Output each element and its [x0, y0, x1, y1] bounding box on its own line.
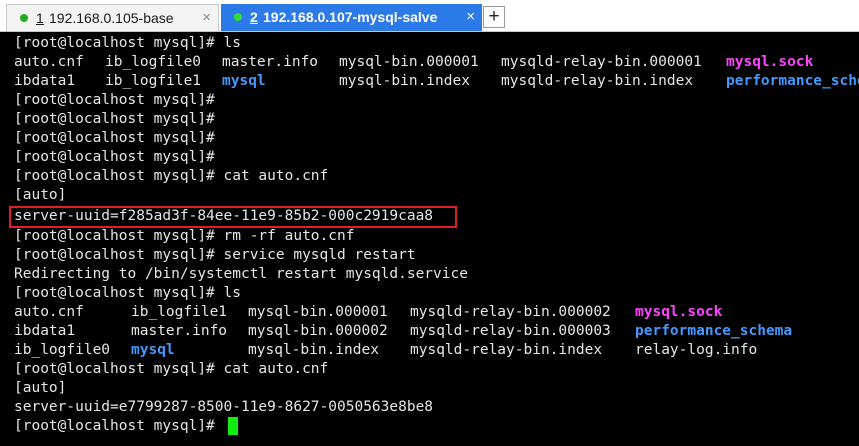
session-tab-1[interactable]: 1 192.168.0.105-base × — [6, 4, 219, 31]
file-entry: auto.cnf — [14, 54, 84, 70]
file-entry: ibdata1 — [14, 73, 76, 89]
file-entry: mysqld-relay-bin.index — [410, 342, 603, 358]
terminal-output[interactable]: [root@localhost mysql]# ls auto.cnf ib_l… — [0, 32, 859, 446]
file-entry: mysqld-relay-bin.000003 — [410, 323, 611, 339]
file-entry: mysqld-relay-bin.index — [501, 73, 694, 89]
file-entry: ibdata1 — [14, 323, 76, 339]
directory-entry: performance_schema — [635, 323, 793, 339]
session-tab-number: 1 — [36, 10, 44, 26]
terminal-line: [root@localhost mysql]# — [14, 130, 215, 146]
uuid-highlight-box — [9, 206, 457, 228]
directory-entry: performance_sche — [726, 73, 859, 89]
close-tab-icon[interactable]: × — [466, 4, 475, 30]
terminal-prompt-line: [root@localhost mysql]# — [14, 418, 215, 434]
terminal-line-ls-output: ib_logfile0 mysql mysql-bin.index mysqld… — [14, 341, 757, 360]
file-entry: mysqld-relay-bin.000001 — [501, 54, 702, 70]
file-entry: mysql-bin.index — [248, 342, 379, 358]
socket-file-entry: mysql.sock — [726, 54, 814, 70]
connected-status-icon — [20, 14, 28, 22]
session-tab-number: 2 — [250, 9, 258, 25]
file-entry: ib_logfile0 — [105, 54, 202, 70]
file-entry: mysqld-relay-bin.000002 — [410, 304, 611, 320]
terminal-line: [root@localhost mysql]# cat auto.cnf — [14, 361, 329, 377]
terminal-line: Redirecting to /bin/systemctl restart my… — [14, 266, 468, 282]
file-entry: ib_logfile0 — [14, 342, 111, 358]
terminal-line-ls-output: ibdata1 ib_logfile1 mysql mysql-bin.inde… — [14, 72, 859, 91]
terminal-line: [root@localhost mysql]# — [14, 149, 215, 165]
terminal-line: [root@localhost mysql]# ls — [14, 35, 241, 51]
terminal-line-ls-output: auto.cnf ib_logfile1 mysql-bin.000001 my… — [14, 303, 722, 322]
file-entry: mysql-bin.000002 — [248, 323, 388, 339]
terminal-line: [auto] — [14, 187, 67, 203]
close-tab-icon[interactable]: × — [202, 5, 211, 31]
terminal-line: [auto] — [14, 380, 67, 396]
file-entry: ib_logfile1 — [105, 73, 202, 89]
session-tab-label: 192.168.0.105-base — [49, 10, 174, 26]
terminal-line-ls-output: ibdata1 master.info mysql-bin.000002 mys… — [14, 322, 792, 341]
file-entry: auto.cnf — [14, 304, 84, 320]
file-entry: master.info — [222, 54, 319, 70]
terminal-line: [root@localhost mysql]# — [14, 92, 215, 108]
terminal-line: [root@localhost mysql]# — [14, 111, 215, 127]
new-server-uuid-line: server-uuid=e7799287-8500-11e9-8627-0050… — [14, 399, 434, 415]
directory-entry: mysql — [222, 73, 266, 89]
terminal-line-ls-output: auto.cnf ib_logfile0 master.info mysql-b… — [14, 53, 813, 72]
file-entry: master.info — [131, 323, 228, 339]
socket-file-entry: mysql.sock — [635, 304, 723, 320]
connected-status-icon — [234, 13, 242, 21]
terminal-cursor — [228, 417, 238, 435]
file-entry: mysql-bin.000001 — [248, 304, 388, 320]
terminal-line: [root@localhost mysql]# cat auto.cnf — [14, 168, 329, 184]
session-tab-2[interactable]: 2 192.168.0.107-mysql-salve × — [221, 4, 482, 31]
terminal-line: [root@localhost mysql]# ls — [14, 285, 241, 301]
file-entry: ib_logfile1 — [131, 304, 228, 320]
tab-bar: 1 192.168.0.105-base × 2 192.168.0.107-m… — [0, 0, 859, 32]
file-entry: relay-log.info — [635, 342, 758, 358]
new-tab-button[interactable]: + — [483, 6, 505, 28]
session-tab-label: 192.168.0.107-mysql-salve — [263, 9, 438, 25]
directory-entry: mysql — [131, 342, 175, 358]
file-entry: mysql-bin.000001 — [339, 54, 479, 70]
terminal-line: [root@localhost mysql]# rm -rf auto.cnf — [14, 228, 355, 244]
file-entry: mysql-bin.index — [339, 73, 470, 89]
terminal-line: [root@localhost mysql]# service mysqld r… — [14, 247, 416, 263]
